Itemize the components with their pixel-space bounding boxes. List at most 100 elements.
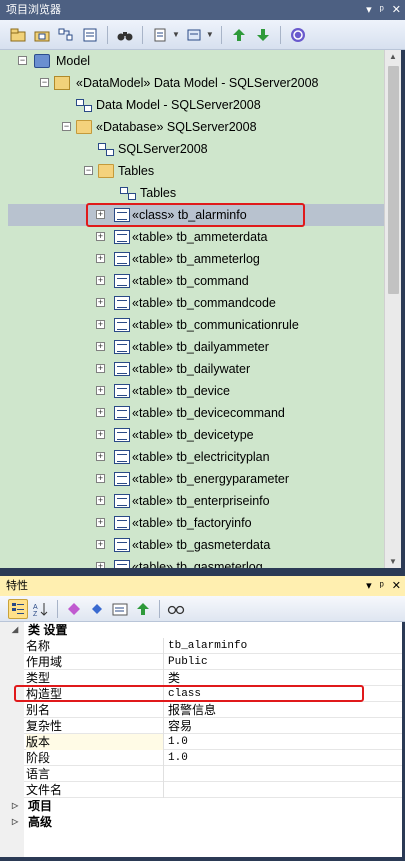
property-row[interactable]: 复杂性 容易: [24, 718, 402, 734]
collapse-icon[interactable]: −: [18, 56, 27, 65]
property-value[interactable]: 1.0: [168, 750, 188, 766]
folder-icon: [76, 120, 92, 134]
expand-icon[interactable]: +: [96, 254, 105, 263]
glasses-icon[interactable]: [166, 599, 186, 619]
property-name: 复杂性: [26, 718, 164, 734]
tree-item-table[interactable]: + «table» tb_energyparameter: [8, 468, 384, 490]
tree-item-table[interactable]: + «table» tb_ammeterdata: [8, 226, 384, 248]
tree-item[interactable]: SQLServer2008: [8, 138, 384, 160]
tree-item[interactable]: Tables: [8, 182, 384, 204]
category-class-settings[interactable]: ◢ 类 设置: [0, 622, 402, 638]
expand-icon[interactable]: +: [96, 474, 105, 483]
property-value[interactable]: 容易: [168, 718, 192, 734]
tree-item-table[interactable]: + «table» tb_devicecommand: [8, 402, 384, 424]
document-icon[interactable]: [150, 25, 170, 45]
expand-icon[interactable]: +: [96, 386, 105, 395]
property-row[interactable]: 名称 tb_alarminfo: [24, 638, 402, 654]
scroll-thumb[interactable]: [388, 66, 399, 294]
expand-icon[interactable]: +: [96, 298, 105, 307]
tree-item-label: «Database» SQLServer2008: [96, 120, 257, 134]
property-row[interactable]: 类型类: [24, 670, 402, 686]
scroll-down-icon[interactable]: ▼: [389, 557, 397, 566]
tree-item-table[interactable]: + «table» tb_gasmeterlog: [8, 556, 384, 568]
new-element-icon[interactable]: [56, 25, 76, 45]
tree-item-table[interactable]: + «table» tb_devicetype: [8, 424, 384, 446]
diagram-icon: [120, 186, 136, 200]
tree-item-table[interactable]: + «table» tb_enterpriseinfo: [8, 490, 384, 512]
category-advanced[interactable]: ▷ 高级: [0, 814, 402, 830]
tree-item[interactable]: − «Database» SQLServer2008: [8, 116, 384, 138]
move-up-icon[interactable]: [229, 25, 249, 45]
property-value[interactable]: 1.0: [168, 734, 188, 750]
alphabetical-icon[interactable]: AZ: [31, 599, 51, 619]
binoculars-icon[interactable]: [115, 25, 135, 45]
move-down-icon[interactable]: [253, 25, 273, 45]
tree-item[interactable]: Data Model - SQLServer2008: [8, 94, 384, 116]
expand-icon[interactable]: +: [96, 408, 105, 417]
property-row[interactable]: 作用域 Public: [24, 654, 402, 670]
property-row[interactable]: 别名 报警信息: [24, 702, 402, 718]
expand-icon[interactable]: ▷: [12, 814, 18, 830]
new-child-icon[interactable]: [80, 25, 100, 45]
expand-icon[interactable]: +: [96, 364, 105, 373]
tree-item[interactable]: − Tables: [8, 160, 384, 182]
properties-icon[interactable]: [110, 599, 130, 619]
expand-icon[interactable]: +: [96, 540, 105, 549]
new-diagram-icon[interactable]: [32, 25, 52, 45]
help-icon[interactable]: [288, 25, 308, 45]
collapse-icon[interactable]: −: [40, 78, 49, 87]
settings-icon[interactable]: [184, 25, 204, 45]
expand-icon[interactable]: +: [96, 232, 105, 241]
tree-scrollbar[interactable]: ▲ ▼: [384, 50, 401, 568]
expand-icon[interactable]: ▷: [12, 798, 18, 814]
tag-blue-icon[interactable]: [87, 599, 107, 619]
expand-icon[interactable]: +: [96, 452, 105, 461]
close-icon[interactable]: ✕: [392, 576, 401, 596]
property-value[interactable]: 报警信息: [168, 702, 216, 718]
tree-item-table[interactable]: + «table» tb_factoryinfo: [8, 512, 384, 534]
tree-item-table[interactable]: + «table» tb_electricityplan: [8, 446, 384, 468]
dropdown-icon[interactable]: ▾: [366, 0, 372, 20]
dropdown-icon[interactable]: ▾: [366, 576, 372, 596]
categorized-icon[interactable]: [8, 598, 28, 619]
expand-icon[interactable]: +: [96, 430, 105, 439]
expand-icon[interactable]: +: [96, 496, 105, 505]
table-icon: [114, 318, 130, 332]
pin-icon[interactable]: ᵖ: [380, 576, 384, 596]
up-arrow-icon[interactable]: [133, 599, 153, 619]
tag-icon[interactable]: [64, 599, 84, 619]
expand-icon[interactable]: +: [96, 276, 105, 285]
collapse-icon[interactable]: ◢: [12, 622, 18, 638]
property-value[interactable]: 类: [168, 670, 180, 686]
close-icon[interactable]: ✕: [392, 0, 401, 20]
tree-item-table[interactable]: + «table» tb_gasmeterdata: [8, 534, 384, 556]
new-package-icon[interactable]: [8, 25, 28, 45]
tree-item-table[interactable]: + «table» tb_dailywater: [8, 358, 384, 380]
collapse-icon[interactable]: −: [84, 166, 93, 175]
tree-item-table[interactable]: + «table» tb_commandcode: [8, 292, 384, 314]
expand-icon[interactable]: +: [96, 518, 105, 527]
folder-icon: [98, 164, 114, 178]
category-project[interactable]: ▷ 项目: [0, 798, 402, 814]
tree-item-table[interactable]: + «table» tb_ammeterlog: [8, 248, 384, 270]
property-row[interactable]: 阶段 1.0: [24, 750, 402, 766]
property-row[interactable]: 文件名: [24, 782, 402, 798]
chevron-down-icon[interactable]: ▼: [172, 30, 180, 39]
tree-item[interactable]: − Model: [8, 50, 384, 72]
expand-icon[interactable]: +: [96, 342, 105, 351]
property-value[interactable]: Public: [168, 654, 208, 670]
tree-item-table[interactable]: + «table» tb_communicationrule: [8, 314, 384, 336]
tree-item-table[interactable]: + «table» tb_command: [8, 270, 384, 292]
tree-item-table[interactable]: + «table» tb_device: [8, 380, 384, 402]
property-row[interactable]: 版本 1.0: [24, 734, 402, 750]
property-value[interactable]: tb_alarminfo: [168, 638, 247, 654]
tree-item-table[interactable]: + «table» tb_dailyammeter: [8, 336, 384, 358]
property-name: 文件名: [26, 782, 164, 798]
tree-item[interactable]: − «DataModel» Data Model - SQLServer2008: [8, 72, 384, 94]
property-row[interactable]: 语言: [24, 766, 402, 782]
collapse-icon[interactable]: −: [62, 122, 71, 131]
chevron-down-icon[interactable]: ▼: [206, 30, 214, 39]
pin-icon[interactable]: ᵖ: [380, 0, 384, 20]
scroll-up-icon[interactable]: ▲: [389, 52, 397, 61]
expand-icon[interactable]: +: [96, 320, 105, 329]
